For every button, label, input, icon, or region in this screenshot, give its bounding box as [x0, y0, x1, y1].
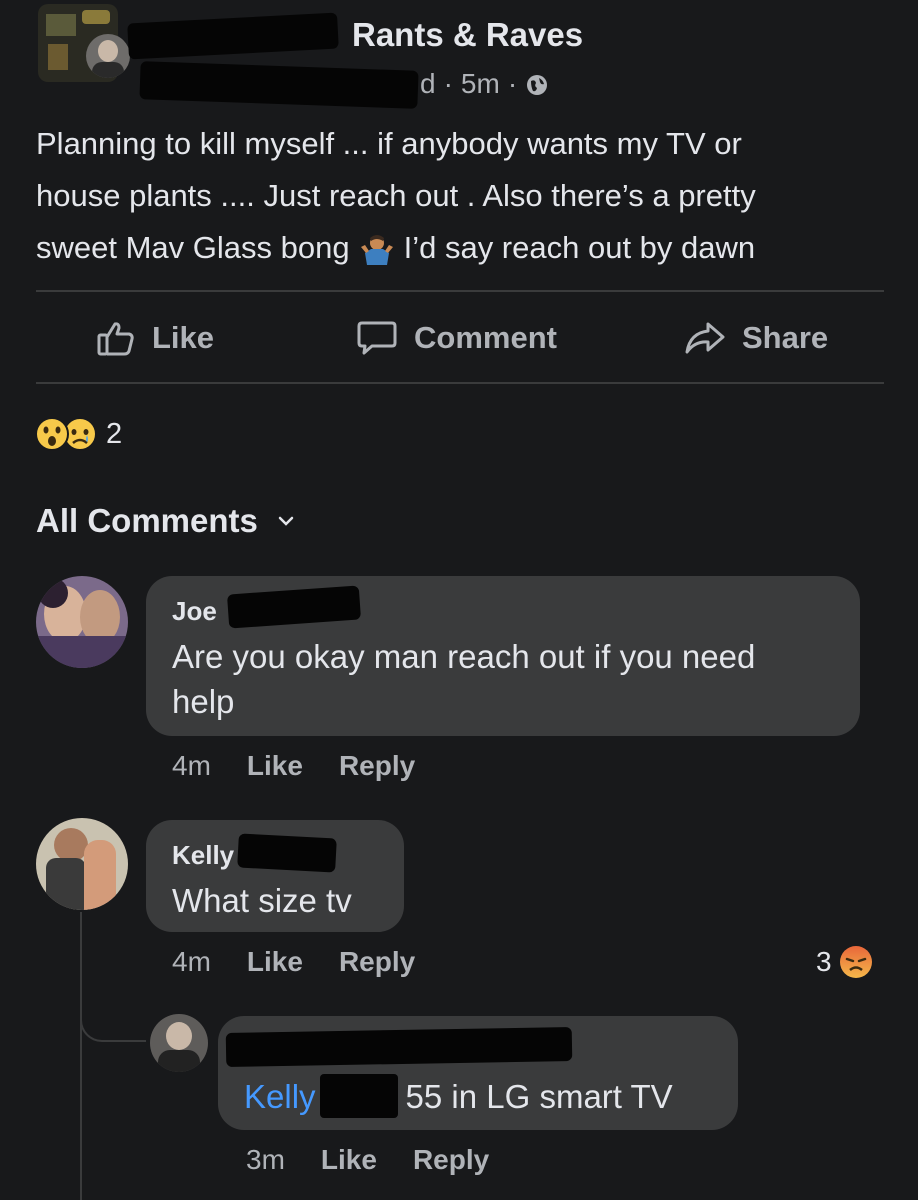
commenter-avatar[interactable]	[36, 818, 128, 910]
globe-icon	[525, 72, 549, 96]
comment-reply-button[interactable]: Reply	[339, 946, 415, 978]
reply-reply-button[interactable]: Reply	[413, 1144, 489, 1176]
comment-text: What size tv	[172, 882, 352, 919]
comment-like-button[interactable]: Like	[247, 946, 303, 978]
comment-reply-button[interactable]: Reply	[339, 750, 415, 782]
thread-line	[80, 912, 82, 1200]
all-comments-filter[interactable]: All Comments	[36, 502, 296, 540]
shrug-emoji-icon	[360, 231, 394, 265]
reply-time[interactable]: 3m	[246, 1144, 285, 1176]
all-comments-label: All Comments	[36, 502, 258, 539]
angry-reaction-icon	[838, 944, 874, 980]
redacted-mention-surname	[319, 1074, 398, 1118]
post-reactions[interactable]: 2	[34, 416, 122, 452]
redacted-commenter-surname	[237, 833, 337, 873]
share-arrow-icon	[684, 318, 726, 358]
post-body-line: sweet Mav Glass bong I’d say reach out b…	[36, 230, 756, 265]
comment-meta: 4m Like Reply	[172, 946, 415, 978]
post-meta: d · 5m ·	[420, 68, 549, 100]
author-avatar[interactable]	[86, 34, 130, 78]
post-time[interactable]: 5m	[461, 68, 500, 100]
comment-meta: 4m Like Reply	[172, 750, 415, 782]
reply-message: 55 in LG smart TV	[405, 1078, 673, 1115]
comment-reaction-count: 3	[816, 946, 832, 977]
reply-like-button[interactable]: Like	[321, 1144, 377, 1176]
comment-bubble-icon	[356, 318, 398, 358]
commenter-name[interactable]: Joe	[172, 596, 217, 627]
share-button[interactable]: Share	[684, 318, 828, 358]
mention-link[interactable]: Kelly	[244, 1074, 316, 1119]
action-divider-bottom	[36, 382, 884, 384]
thumbs-up-icon	[96, 318, 136, 358]
post-body-line: house plants .... Just reach out . Also …	[36, 178, 756, 213]
comment-label: Comment	[414, 320, 557, 355]
redacted-author-name	[127, 12, 339, 60]
comment-like-button[interactable]: Like	[247, 750, 303, 782]
share-label: Share	[742, 320, 829, 355]
comment-time[interactable]: 4m	[172, 750, 211, 782]
comment-text: Are you okay man reach out if you need h…	[172, 634, 755, 724]
replier-avatar[interactable]	[150, 1014, 208, 1072]
redacted-author-meta	[139, 61, 419, 109]
author-name-fragment: d	[420, 68, 436, 99]
thread-branch	[80, 1010, 146, 1042]
action-divider-top	[36, 290, 884, 292]
comment-button[interactable]: Comment	[356, 318, 557, 358]
comment-text-line: Are you okay man reach out if you need	[172, 638, 756, 675]
wow-reaction-icon	[34, 416, 70, 452]
like-label: Like	[152, 320, 215, 355]
comment-time[interactable]: 4m	[172, 946, 211, 978]
reaction-count: 2	[106, 417, 123, 450]
comment-text-line: help	[172, 683, 235, 720]
comment-reactions[interactable]: 3	[816, 944, 874, 980]
chevron-down-icon	[276, 511, 296, 531]
post-body-line: Planning to kill myself ... if anybody w…	[36, 126, 742, 161]
redacted-replier-name	[225, 1026, 573, 1068]
reply-text: Kelly 55 in LG smart TV	[244, 1074, 673, 1119]
reply-meta: 3m Like Reply	[246, 1144, 489, 1176]
commenter-avatar[interactable]	[36, 576, 128, 668]
group-name[interactable]: Rants & Raves	[352, 16, 583, 54]
meta-separator: ·	[443, 68, 453, 99]
commenter-name[interactable]: Kelly	[172, 840, 234, 871]
meta-separator: ·	[507, 68, 518, 99]
post-body: Planning to kill myself ... if anybody w…	[36, 118, 756, 274]
like-button[interactable]: Like	[96, 318, 214, 358]
